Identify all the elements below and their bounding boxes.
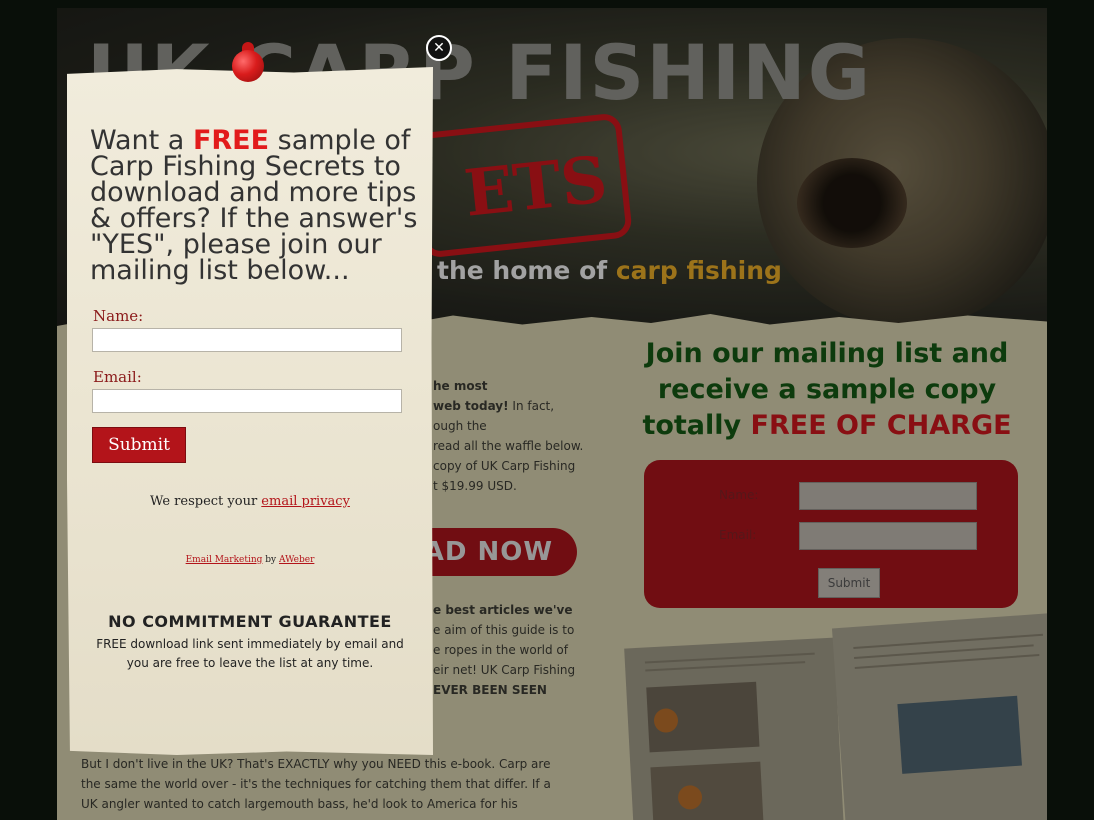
name-label: Name:	[93, 307, 144, 325]
close-icon[interactable]: ✕	[426, 35, 452, 61]
email-label: Email:	[93, 368, 142, 386]
pushpin-icon	[230, 42, 266, 94]
privacy-notice: We respect your email privacy	[67, 494, 433, 509]
name-input[interactable]	[92, 328, 402, 352]
email-marketing-link[interactable]: Email Marketing	[186, 555, 263, 565]
privacy-prefix: We respect your	[150, 494, 262, 509]
aweber-link[interactable]: AWeber	[279, 555, 314, 565]
popup-heading: Want a FREE sample of Carp Fishing Secre…	[90, 127, 420, 284]
screen: UK CARP FISHING ETS the home of carp fis…	[0, 0, 1094, 820]
pin-head	[232, 50, 264, 82]
aweber-by: by	[262, 555, 279, 565]
aweber-credit: Email Marketing by AWeber	[67, 555, 433, 565]
email-input[interactable]	[92, 389, 402, 413]
guarantee-title: NO COMMITMENT GUARANTEE	[108, 612, 392, 631]
submit-button[interactable]: Submit	[92, 427, 186, 463]
guarantee-text: FREE download link sent immediately by e…	[96, 637, 404, 670]
email-privacy-link[interactable]: email privacy	[261, 494, 350, 509]
